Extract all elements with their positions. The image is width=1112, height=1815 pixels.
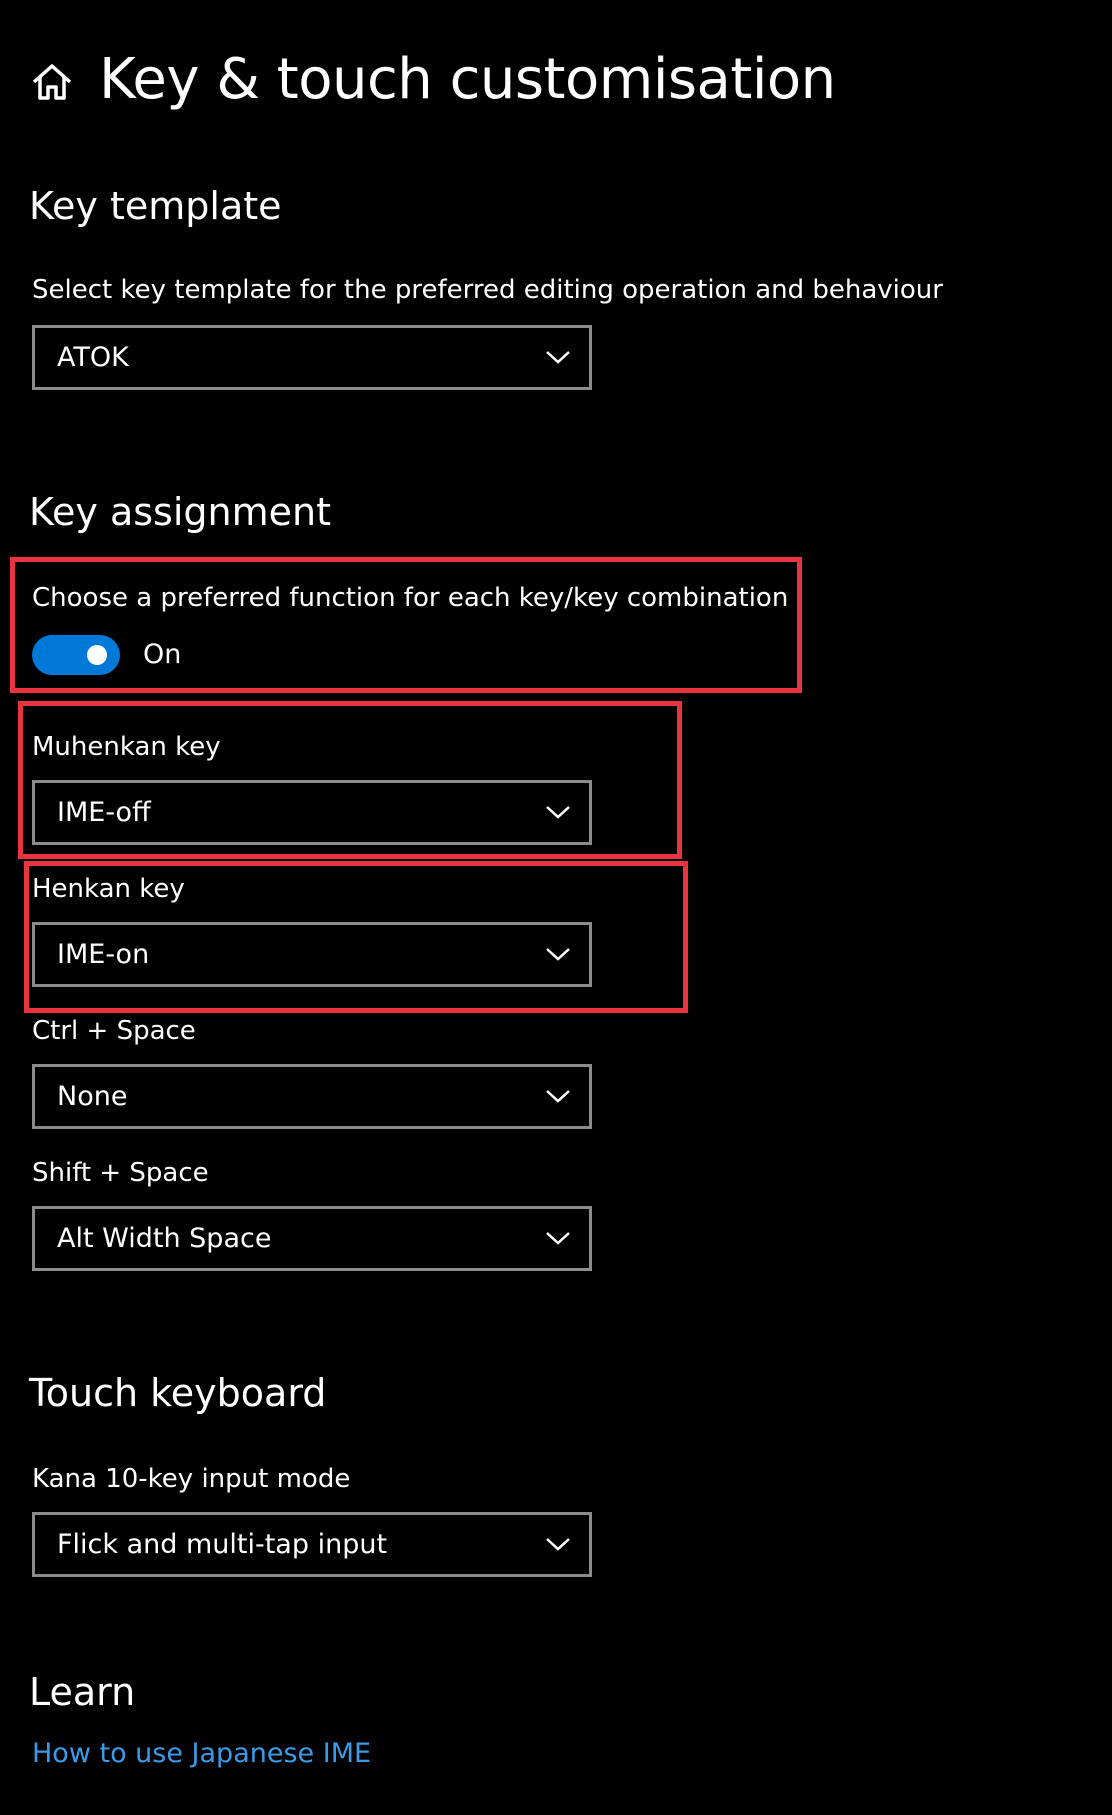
key-assignment-toggle[interactable] bbox=[32, 635, 120, 675]
chevron-down-icon bbox=[546, 1090, 570, 1103]
key-template-value: ATOK bbox=[57, 342, 129, 373]
ctrl-space-dropdown[interactable]: None bbox=[32, 1064, 592, 1129]
learn-heading: Learn bbox=[29, 1670, 136, 1714]
chevron-down-icon bbox=[546, 948, 570, 961]
touch-keyboard-heading: Touch keyboard bbox=[29, 1371, 327, 1415]
key-template-description: Select key template for the preferred ed… bbox=[32, 275, 943, 305]
shift-space-dropdown[interactable]: Alt Width Space bbox=[32, 1206, 592, 1271]
home-icon[interactable] bbox=[30, 62, 74, 102]
key-template-dropdown[interactable]: ATOK bbox=[32, 325, 592, 390]
toggle-state-label: On bbox=[143, 639, 182, 670]
henkan-dropdown[interactable]: IME-on bbox=[32, 922, 592, 987]
ctrl-space-value: None bbox=[57, 1081, 128, 1112]
chevron-down-icon bbox=[546, 351, 570, 364]
chevron-down-icon bbox=[546, 1538, 570, 1551]
shift-space-label: Shift + Space bbox=[32, 1158, 209, 1188]
page-title: Key & touch customisation bbox=[99, 47, 836, 112]
muhenkan-label: Muhenkan key bbox=[32, 732, 221, 762]
chevron-down-icon bbox=[546, 806, 570, 819]
shift-space-value: Alt Width Space bbox=[57, 1223, 272, 1254]
henkan-value: IME-on bbox=[57, 939, 150, 970]
key-template-heading: Key template bbox=[29, 184, 282, 228]
muhenkan-value: IME-off bbox=[57, 797, 151, 828]
kana-input-mode-label: Kana 10-key input mode bbox=[32, 1464, 351, 1494]
muhenkan-dropdown[interactable]: IME-off bbox=[32, 780, 592, 845]
key-assignment-heading: Key assignment bbox=[29, 490, 331, 534]
toggle-knob bbox=[87, 645, 107, 665]
kana-input-mode-value: Flick and multi-tap input bbox=[57, 1529, 388, 1560]
how-to-use-japanese-ime-link[interactable]: How to use Japanese IME bbox=[32, 1735, 371, 1773]
toggle-highlight-box bbox=[10, 557, 802, 693]
henkan-label: Henkan key bbox=[32, 874, 185, 904]
chevron-down-icon bbox=[546, 1232, 570, 1245]
toggle-description: Choose a preferred function for each key… bbox=[32, 583, 789, 613]
ctrl-space-label: Ctrl + Space bbox=[32, 1016, 196, 1046]
kana-input-mode-dropdown[interactable]: Flick and multi-tap input bbox=[32, 1512, 592, 1577]
